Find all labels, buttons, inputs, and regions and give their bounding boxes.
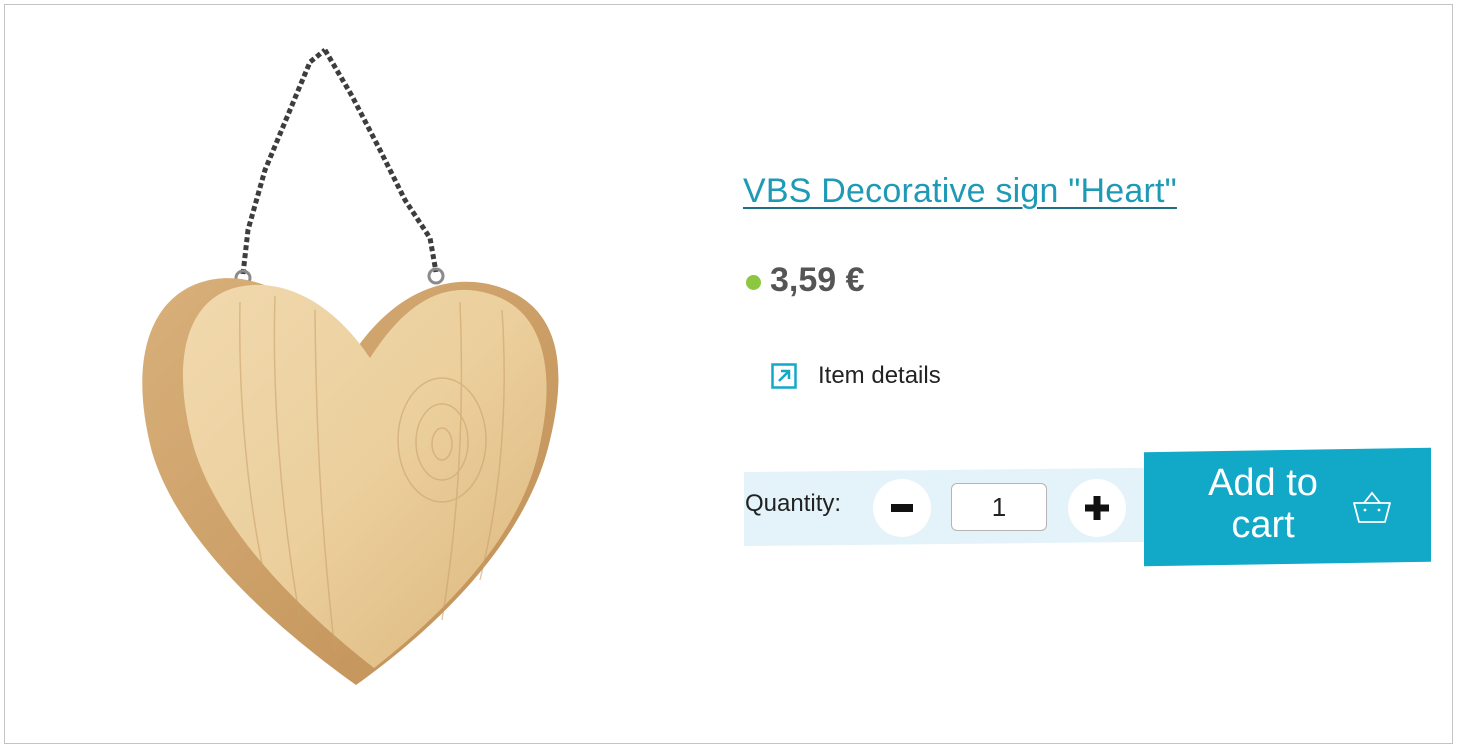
add-to-cart-label: Add to cart xyxy=(1208,462,1318,546)
arrow-up-right-box-icon xyxy=(771,363,797,389)
product-title-link[interactable]: VBS Decorative sign "Heart" xyxy=(743,172,1177,211)
quantity-input[interactable] xyxy=(951,483,1047,531)
plus-icon xyxy=(1085,496,1109,520)
quantity-label: Quantity: xyxy=(745,490,842,517)
product-image[interactable] xyxy=(130,40,570,690)
item-details-label: Item details xyxy=(818,362,941,389)
increase-quantity-button[interactable] xyxy=(1068,479,1126,537)
price-row: 3,59 € xyxy=(746,261,865,300)
product-price: 3,59 € xyxy=(770,261,865,299)
minus-icon xyxy=(891,504,913,512)
decrease-quantity-button[interactable] xyxy=(873,479,931,537)
shopping-basket-icon xyxy=(1353,491,1391,523)
stock-status-dot xyxy=(746,275,761,290)
item-details-link[interactable]: Item details xyxy=(771,362,941,390)
